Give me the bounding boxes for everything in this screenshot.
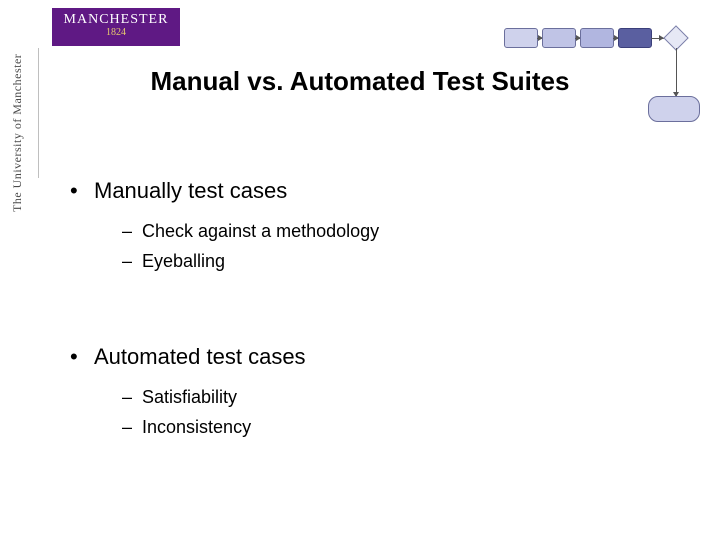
flow-step-3	[580, 28, 614, 48]
flow-terminal	[648, 96, 700, 122]
flow-step-1	[504, 28, 538, 48]
bullet-text: Automated test cases	[94, 344, 306, 370]
sub-bullet-item: – Check against a methodology	[122, 218, 630, 244]
bullet-item: • Manually test cases	[70, 178, 630, 204]
logo-text-year: 1824	[52, 27, 180, 38]
slide-title: Manual vs. Automated Test Suites	[0, 66, 720, 97]
flow-step-active	[618, 28, 652, 48]
flow-decision	[663, 25, 688, 50]
sub-bullet-item: – Inconsistency	[122, 414, 630, 440]
bullet-text: Manually test cases	[94, 178, 287, 204]
sub-bullet-item: – Eyeballing	[122, 248, 630, 274]
university-logo: MANCHESTER 1824	[52, 8, 180, 46]
sub-bullet-item: – Satisfiability	[122, 384, 630, 410]
sub-bullet-text: Inconsistency	[142, 417, 251, 437]
bullet-marker: •	[70, 178, 94, 204]
sub-bullet-text: Satisfiability	[142, 387, 237, 407]
logo-text-main: MANCHESTER	[52, 12, 180, 28]
slide-content: • Manually test cases – Check against a …	[70, 178, 630, 444]
sub-bullet-text: Check against a methodology	[142, 221, 379, 241]
bullet-item: • Automated test cases	[70, 344, 630, 370]
sub-bullet-text: Eyeballing	[142, 251, 225, 271]
spacer	[70, 278, 630, 344]
flow-step-2	[542, 28, 576, 48]
bullet-marker: •	[70, 344, 94, 370]
